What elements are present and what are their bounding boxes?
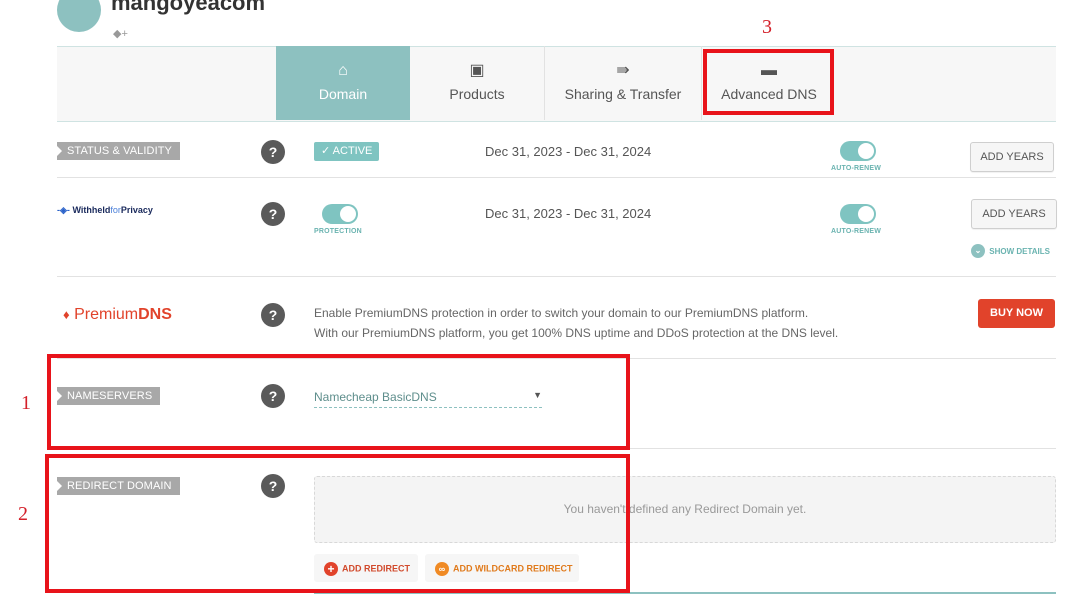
home-icon: ⌂ [338, 62, 348, 79]
chevron-down-icon: ⌄ [971, 244, 985, 258]
premiumdns-description-line1: Enable PremiumDNS protection in order to… [314, 306, 809, 320]
privacy-dates: Dec 31, 2023 - Dec 31, 2024 [485, 206, 652, 221]
annotation-number-2: 2 [18, 503, 28, 525]
privacy-auto-renew-toggle[interactable] [840, 204, 876, 224]
show-details-link[interactable]: ⌄ SHOW DETAILS [971, 244, 1050, 258]
tab-sharing-transfer-label: Sharing & Transfer [564, 86, 682, 102]
premiumdns-logo: ♦ PremiumDNS [63, 306, 172, 324]
status-help-icon[interactable]: ? [261, 140, 285, 164]
transfer-icon: ⇛ [616, 62, 630, 79]
privacy-help-icon[interactable]: ? [261, 202, 285, 226]
divider [57, 177, 1056, 178]
premiumdns-logo-dns: DNS [138, 306, 172, 323]
show-details-label: SHOW DETAILS [989, 246, 1050, 256]
tab-products-label: Products [449, 86, 505, 102]
divider [57, 276, 1056, 277]
privacy-logo-withheld: Withheld [72, 205, 111, 215]
status-validity-label: STATUS & VALIDITY [57, 142, 180, 160]
protection-toggle[interactable] [322, 204, 358, 224]
tab-sharing-transfer[interactable]: ⇛ Sharing & Transfer [545, 46, 702, 120]
privacy-logo-privacy: Privacy [120, 205, 153, 215]
privacy-auto-renew-caption: AUTO-RENEW [831, 228, 882, 235]
diamond-icon: ♦ [63, 307, 70, 322]
add-years-button[interactable]: ADD YEARS [970, 142, 1054, 172]
status-dates: Dec 31, 2023 - Dec 31, 2024 [485, 144, 652, 159]
annotation-box-advanced-dns [703, 49, 834, 115]
domain-avatar [57, 0, 101, 32]
tab-products[interactable]: ▣ Products [410, 46, 545, 120]
buy-now-button[interactable]: BUY NOW [978, 299, 1055, 328]
tab-domain-label: Domain [318, 86, 368, 102]
box-icon: ▣ [469, 62, 485, 79]
privacy-add-years-button[interactable]: ADD YEARS [971, 199, 1057, 229]
domain-title: mangoyeacom [111, 0, 266, 15]
auto-renew-toggle[interactable] [840, 141, 876, 161]
annotation-box-redirect-domain [45, 454, 630, 593]
annotation-number-1: 1 [21, 392, 31, 414]
privacy-logo-icon: -◈- [57, 205, 70, 215]
privacy-logo-for: for [110, 205, 121, 215]
active-badge: ✓ ACTIVE [314, 142, 380, 161]
annotation-box-nameservers [47, 354, 630, 450]
premiumdns-help-icon[interactable]: ? [261, 303, 285, 327]
annotation-number-3: 3 [762, 16, 772, 38]
auto-renew-caption: AUTO-RENEW [831, 165, 882, 172]
protection-caption: PROTECTION [314, 228, 362, 235]
withheldforprivacy-logo: -◈- WithheldforPrivacy [57, 205, 153, 216]
premiumdns-logo-premium: Premium [74, 306, 139, 323]
premiumdns-description-line2: With our PremiumDNS platform, you get 10… [314, 326, 839, 340]
tab-domain[interactable]: ⌂ Domain [276, 46, 410, 120]
tag-add-icon[interactable]: ◆+ [113, 27, 128, 40]
